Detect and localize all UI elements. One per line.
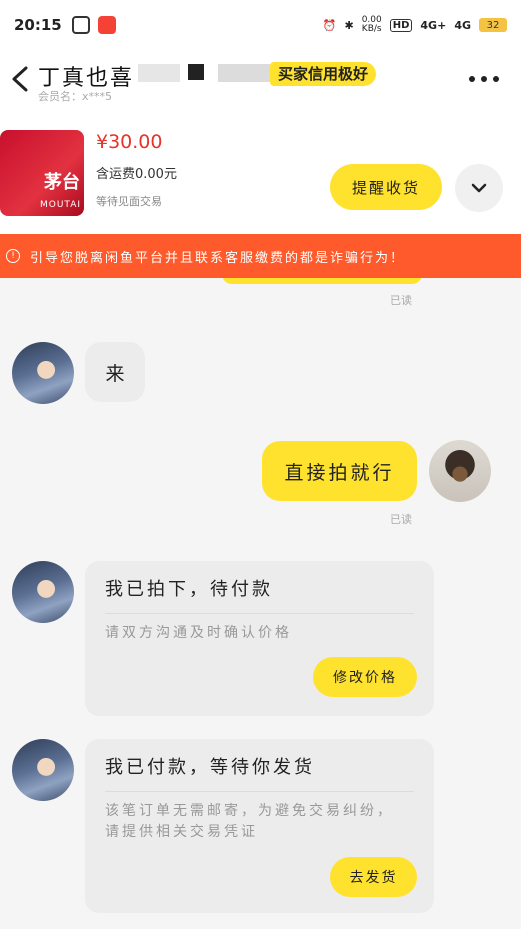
signal-4g-plus: 4G+ [420,18,447,32]
card-title: 我已付款，等待你发货 [105,757,315,778]
product-price: ¥30.00 [96,131,163,153]
message-text: 来 [105,362,125,385]
battery-icon: 32 [479,18,507,32]
card-title: 我已拍下，待付款 [105,579,273,600]
status-indicators: ⏰ ✱ 0.00 KB/s HD 4G+ 4G 32 [323,16,507,34]
chevron-down-icon [471,183,487,193]
speed-unit: KB/s [361,24,382,34]
message-bubble: 来 [85,342,145,402]
card-divider [105,791,414,792]
order-status-card: 我已付款，等待你发货 该笔订单无需邮寄，为避免交易纠纷，请提供相关交易凭证 去发… [85,739,434,913]
message-text: 直接拍就行 [284,461,395,484]
remind-receipt-button[interactable]: 提醒收货 [330,164,442,210]
modify-price-button[interactable]: 修改价格 [313,657,417,697]
message-bubble: 直接拍就行 [262,441,417,501]
app-notification-icon [71,16,90,34]
redacted-block [218,64,270,82]
alarm-icon: ⏰ [322,18,337,32]
warning-icon: ! [6,249,20,263]
product-card[interactable]: 茅台 MOUTAI ¥30.00 含运费0.00元 等待见面交易 提醒收货 [0,125,521,225]
redacted-block [188,64,204,80]
product-image-brand: 茅台 [44,172,80,193]
read-receipt: 已读 [390,513,412,526]
credit-badge: 买家信用极好 [270,62,377,86]
card-divider [105,613,414,614]
status-time: 20:15 [14,16,62,34]
more-options-icon[interactable] [469,76,499,82]
seller-avatar[interactable] [12,739,74,801]
redacted-block [138,64,180,82]
signal-4g: 4G [454,18,471,32]
hd-icon: HD [389,18,413,32]
seller-avatar[interactable] [12,561,74,623]
seller-avatar[interactable] [12,342,74,404]
fraud-warning-banner: ! 引导您脱离闲鱼平台并且联系客服缴费的都是诈骗行为！ [0,234,521,278]
expand-button[interactable] [455,164,503,212]
ship-goods-button[interactable]: 去发货 [330,857,417,897]
network-speed: 0.00 KB/s [362,16,382,34]
back-arrow-icon[interactable] [10,66,30,92]
warning-text: 引导您脱离闲鱼平台并且联系客服缴费的都是诈骗行为！ [30,250,406,266]
product-image[interactable]: 茅台 MOUTAI [0,130,84,216]
bluetooth-icon: ✱ [344,18,354,32]
battery-level: 32 [486,19,500,31]
member-name: 会员名：x***5 [38,90,113,103]
chat-header: 丁真也喜 买家信用极好 会员名：x***5 [0,50,521,108]
my-avatar[interactable] [429,440,491,502]
card-description: 该笔订单无需邮寄，为避免交易纠纷，请提供相关交易凭证 [105,803,394,840]
read-receipt: 已读 [390,294,412,307]
order-status: 等待见面交易 [96,195,162,208]
order-status-card: 我已拍下，待付款 请双方沟通及时确认价格 修改价格 [85,561,434,716]
product-image-brand-en: MOUTAI [40,200,82,210]
status-bar: 20:15 ⏰ ✱ 0.00 KB/s HD 4G+ 4G 32 [0,0,521,50]
shopping-app-notification-icon [97,16,116,34]
card-description: 请双方沟通及时确认价格 [105,625,292,641]
shipping-fee: 含运费0.00元 [96,167,177,182]
